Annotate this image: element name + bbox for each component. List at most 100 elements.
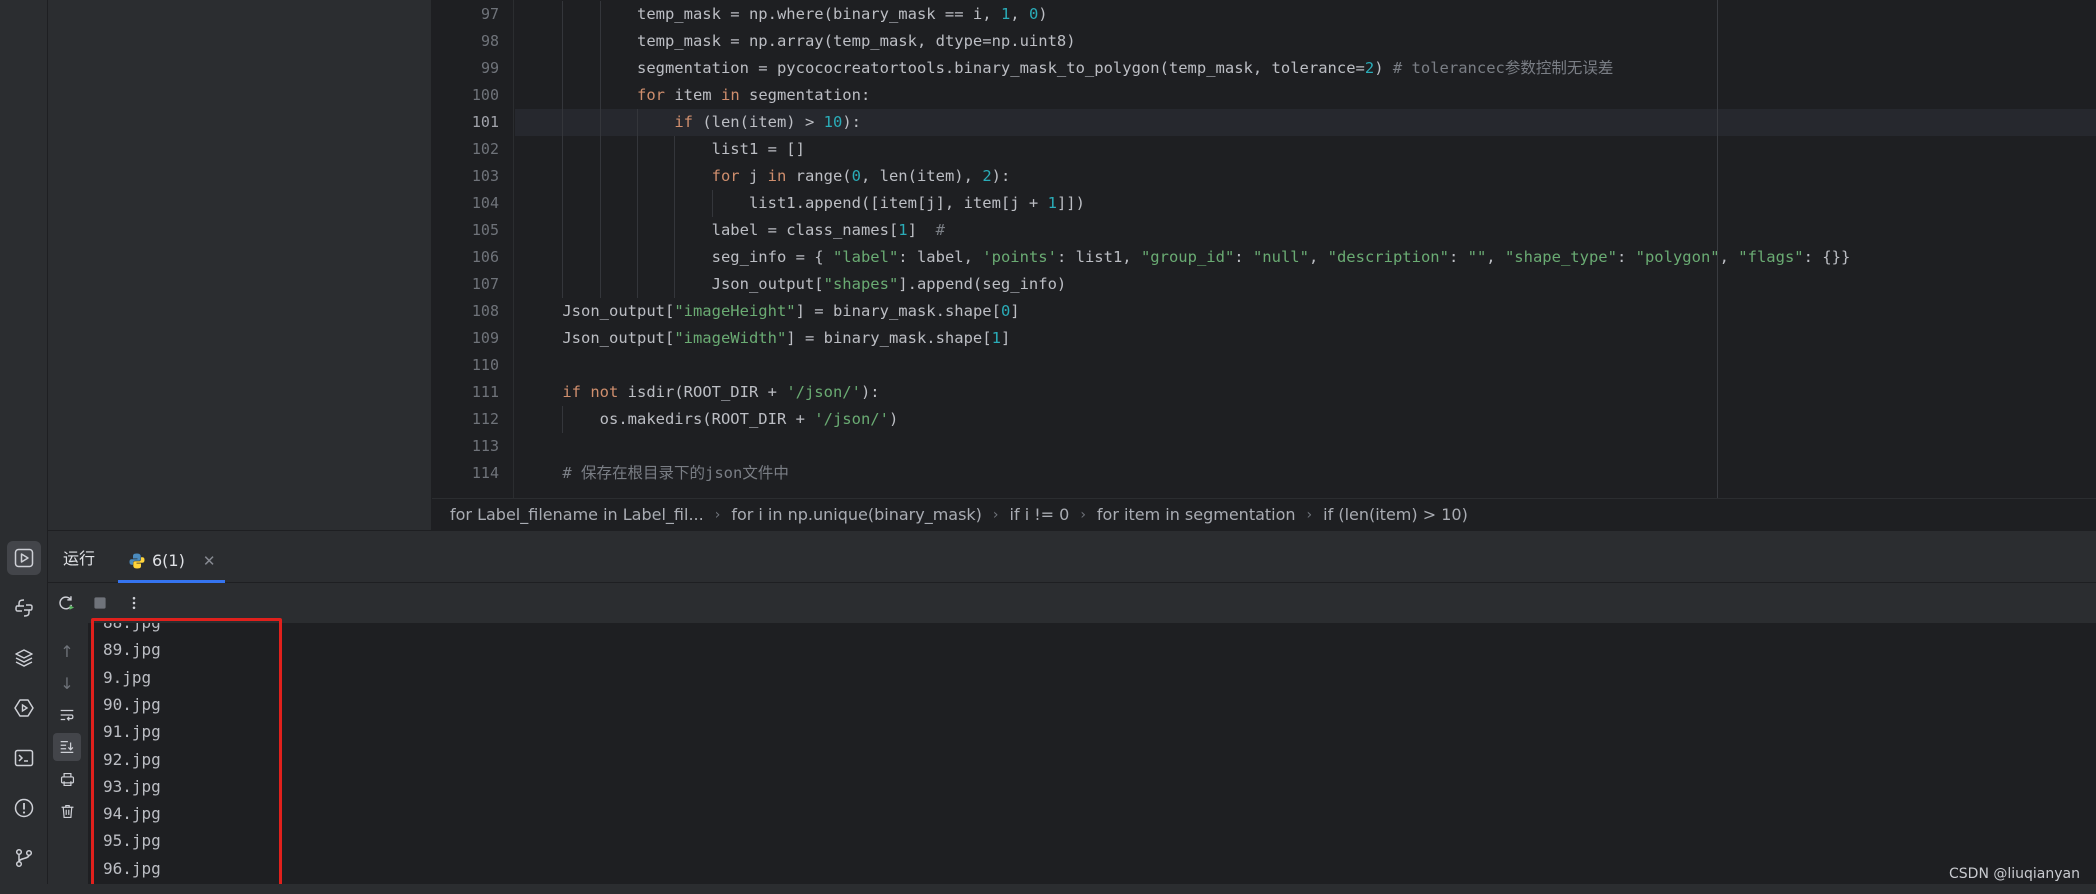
indent-guide — [599, 271, 601, 298]
run-tool-window: 运行 6(1) ✕ ↑ ↓ 89.jpg 9.jpg 90.jpg 91.jpg… — [48, 530, 2096, 894]
code-token: 2 — [982, 167, 992, 185]
indent-guide — [562, 406, 564, 433]
problems-icon[interactable] — [7, 791, 41, 825]
code-line[interactable]: os.makedirs(ROOT_DIR + '/json/') — [515, 406, 2096, 433]
breadcrumb-item[interactable]: for item in segmentation — [1093, 505, 1300, 524]
line-number: 113 — [471, 437, 499, 455]
line-number: 112 — [471, 410, 499, 428]
indent-guide — [599, 136, 601, 163]
code-token: "label" — [832, 248, 899, 266]
breadcrumb-item[interactable]: for Label_filename in Label_fil... — [446, 505, 708, 524]
code-token: : list1, — [1056, 248, 1141, 266]
code-line[interactable]: for item in segmentation: — [515, 82, 2096, 109]
indent-guide — [636, 271, 638, 298]
code-token: : {}} — [1803, 248, 1851, 266]
code-line[interactable]: seg_info = { "label": label, 'points': l… — [515, 244, 2096, 271]
code-token: segmentation = pycococreatortools.binary… — [636, 59, 1272, 77]
close-icon[interactable]: ✕ — [203, 552, 216, 570]
line-number: 111 — [471, 383, 499, 401]
tab-run-config[interactable]: 6(1) ✕ — [118, 541, 226, 583]
scroll-to-end-icon[interactable] — [53, 733, 81, 761]
code-token: (len(item) > — [692, 113, 824, 131]
breadcrumb-item[interactable]: for i in np.unique(binary_mask) — [727, 505, 986, 524]
code-token: Json_output[ — [562, 329, 675, 347]
code-line[interactable]: Json_output["shapes"].append(seg_info) — [515, 271, 2096, 298]
code-token: range( — [786, 167, 852, 185]
services-icon[interactable] — [7, 691, 41, 725]
code-token: 0 — [1028, 5, 1039, 23]
code-line[interactable]: list1.append([item[j], item[j + 1]]) — [515, 190, 2096, 217]
indent-guide — [599, 163, 601, 190]
code-token: ] — [1010, 302, 1020, 320]
indent-guide — [674, 244, 676, 271]
code-line[interactable]: Json_output["imageHeight"] = binary_mask… — [515, 298, 2096, 325]
indent-guide — [599, 55, 601, 82]
code-line[interactable] — [515, 433, 2096, 460]
code-line[interactable]: list1 = [] — [515, 136, 2096, 163]
indent-guide — [562, 163, 564, 190]
run-icon[interactable] — [7, 541, 41, 575]
code-token: , — [1010, 5, 1029, 23]
code-token: segmentation: — [739, 86, 871, 104]
python-file-icon — [129, 553, 145, 568]
code-line[interactable]: temp_mask = np.where(binary_mask == i, 1… — [515, 1, 2096, 28]
line-number: 104 — [471, 194, 499, 212]
code-token: list1.append([item[j], item[j + — [748, 194, 1048, 212]
rerun-icon[interactable] — [53, 590, 79, 616]
code-line[interactable]: for j in range(0, len(item), 2): — [515, 163, 2096, 190]
code-line[interactable] — [515, 352, 2096, 379]
line-number: 107 — [471, 275, 499, 293]
code-line[interactable]: if (len(item) > 10): — [515, 109, 2096, 136]
code-token: "imageWidth" — [674, 329, 787, 347]
code-token: ) — [888, 410, 899, 428]
code-token: label = class_names[ — [711, 221, 899, 239]
code-token: "flags" — [1738, 248, 1804, 266]
code-token: : — [1234, 248, 1253, 266]
code-token: os.makedirs(ROOT_DIR + — [599, 410, 815, 428]
terminal-icon[interactable] — [7, 741, 41, 775]
code-token: ): — [991, 167, 1011, 185]
code-token: , — [1308, 248, 1328, 266]
indent-guide — [674, 271, 676, 298]
code-token: "shape_type" — [1504, 248, 1617, 266]
code-line[interactable]: Json_output["imageWidth"] = binary_mask.… — [515, 325, 2096, 352]
git-icon[interactable] — [7, 841, 41, 875]
layers-icon[interactable] — [7, 641, 41, 675]
line-number: 100 — [471, 86, 499, 104]
line-number: 108 — [471, 302, 499, 320]
soft-wrap-icon[interactable] — [53, 701, 81, 729]
code-token: Json_output[ — [562, 302, 675, 320]
console-output[interactable]: 88.jpg89.jpg9.jpg90.jpg91.jpg92.jpg93.jp… — [88, 623, 2096, 894]
stop-icon[interactable] — [87, 590, 113, 616]
indent-guide — [562, 244, 564, 271]
code-token: 2 — [1364, 59, 1375, 77]
breadcrumb-item[interactable]: if (len(item) > 10) — [1319, 505, 1472, 524]
code-line[interactable]: if not isdir(ROOT_DIR + '/json/'): — [515, 379, 2096, 406]
scroll-down-icon[interactable]: ↓ — [53, 669, 81, 697]
indent-guide — [636, 136, 638, 163]
indent-guide — [636, 109, 638, 136]
clear-icon[interactable] — [53, 797, 81, 825]
indent-guide — [711, 190, 713, 217]
print-icon[interactable] — [53, 765, 81, 793]
code-area[interactable]: temp_mask = np.where(binary_mask == i, 1… — [515, 0, 2096, 498]
code-editor[interactable]: 97 98 99 100 101 102 103 104 105 106 107 108 109 110 1… — [432, 0, 2096, 498]
code-line[interactable]: # 保存在根目录下的json文件中 — [515, 460, 2096, 487]
line-number: 101 — [471, 113, 499, 131]
code-token: : — [1448, 248, 1468, 266]
scroll-up-icon[interactable]: ↑ — [53, 637, 81, 665]
code-token: dtype=np.uint8) — [935, 32, 1076, 50]
python-console-icon[interactable] — [7, 591, 41, 625]
breadcrumb-item[interactable]: if i != 0 — [1006, 505, 1074, 524]
code-token: : label, — [898, 248, 983, 266]
code-token: ] — [1000, 329, 1011, 347]
code-token: ) — [1038, 5, 1048, 23]
tab-run-config-label: 6(1) — [152, 551, 185, 570]
more-icon[interactable] — [121, 590, 147, 616]
code-token: 1 — [1000, 5, 1011, 23]
code-line[interactable]: temp_mask = np.array(temp_mask, dtype=np… — [515, 28, 2096, 55]
code-token: list1 = [] — [711, 140, 805, 158]
code-line[interactable]: segmentation = pycococreatortools.binary… — [515, 55, 2096, 82]
highlight-annotation — [91, 618, 282, 888]
code-line[interactable]: label = class_names[1] # — [515, 217, 2096, 244]
